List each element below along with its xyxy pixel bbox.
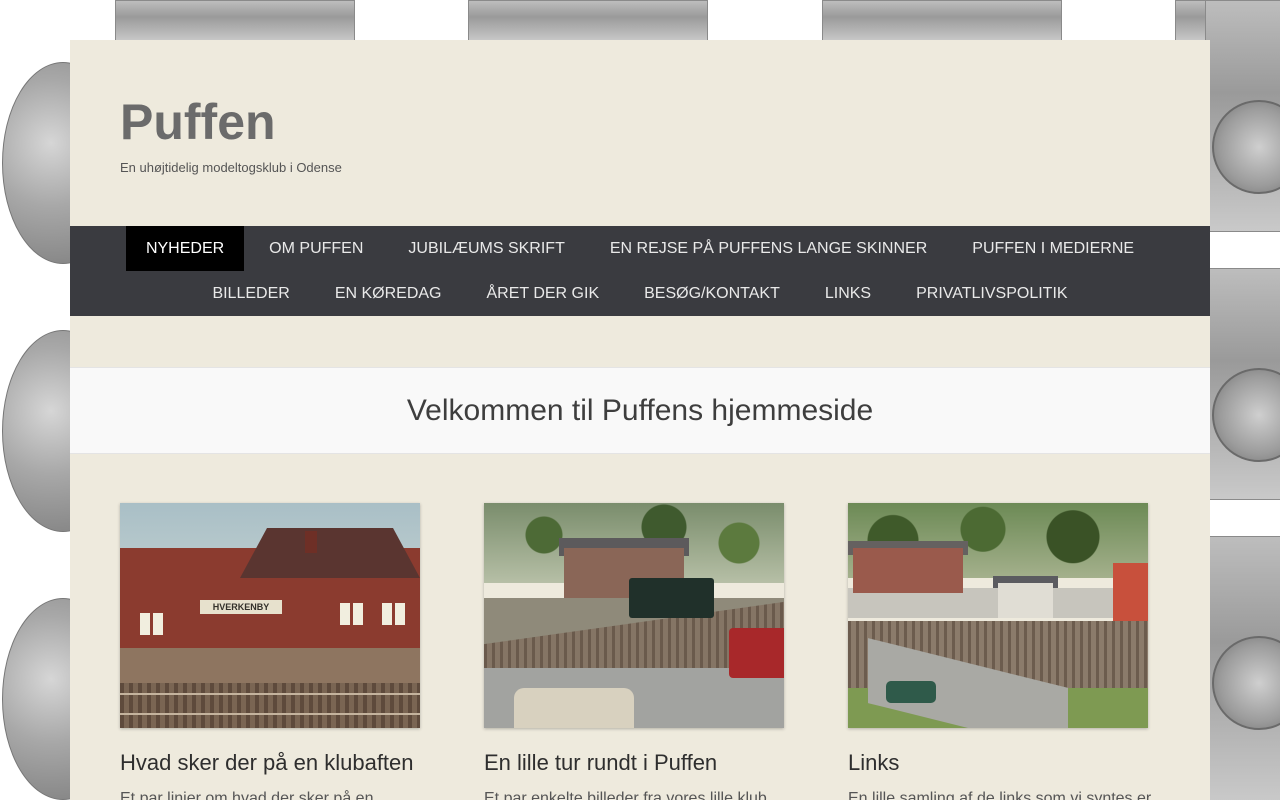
card-image-train[interactable]	[484, 503, 784, 728]
station-sign: HVERKENBY	[200, 600, 282, 614]
main-navigation: NYHEDER OM PUFFEN JUBILÆUMS SKRIFT EN RE…	[70, 226, 1210, 316]
welcome-section: Velkommen til Puffens hjemmeside	[70, 367, 1210, 454]
card-excerpt: En lille samling af de links som vi synt…	[848, 790, 1152, 800]
card-excerpt: Et par enkelte billeder fra vores lille …	[484, 790, 767, 800]
nav-item-om-puffen[interactable]: OM PUFFEN	[249, 226, 383, 271]
card-title[interactable]: Hvad sker der på en klubaften	[120, 750, 420, 776]
nav-item-en-rejse[interactable]: EN REJSE PÅ PUFFENS LANGE SKINNER	[590, 226, 947, 271]
card-title[interactable]: Links	[848, 750, 1148, 776]
nav-item-nyheder[interactable]: NYHEDER	[125, 226, 245, 271]
card-title[interactable]: En lille tur rundt i Puffen	[484, 750, 784, 776]
nav-row-1: NYHEDER OM PUFFEN JUBILÆUMS SKRIFT EN RE…	[70, 226, 1210, 271]
nav-item-besoeg-kontakt[interactable]: BESØG/KONTAKT	[624, 271, 800, 316]
nav-item-links[interactable]: LINKS	[805, 271, 891, 316]
nav-row-2: BILLEDER EN KØREDAG ÅRET DER GIK BESØG/K…	[70, 271, 1210, 316]
card-links: Links En lille samling af de links som v…	[848, 503, 1152, 800]
nav-item-puffen-i-medierne[interactable]: PUFFEN I MEDIERNE	[952, 226, 1154, 271]
card-excerpt: Et par linier om hvad der sker på en	[120, 790, 374, 800]
site-title[interactable]: Puffen	[120, 95, 342, 150]
card-tur-rundt: En lille tur rundt i Puffen Et par enkel…	[484, 503, 784, 800]
page-container: Puffen En uhøjtidelig modeltogsklub i Od…	[70, 40, 1210, 800]
nav-item-billeder[interactable]: BILLEDER	[192, 271, 309, 316]
nav-item-aaret-der-gik[interactable]: ÅRET DER GIK	[467, 271, 620, 316]
card-image-overview[interactable]	[848, 503, 1148, 728]
site-header: Puffen En uhøjtidelig modeltogsklub i Od…	[120, 95, 342, 176]
card-klubaften: HVERKENBY Hvad sker der på en klubaften …	[120, 503, 420, 800]
welcome-title: Velkommen til Puffens hjemmeside	[406, 393, 874, 427]
site-tagline: En uhøjtidelig modeltogsklub i Odense	[120, 160, 342, 175]
nav-item-privatlivspolitik[interactable]: PRIVATLIVSPOLITIK	[896, 271, 1087, 316]
nav-item-en-koeredag[interactable]: EN KØREDAG	[315, 271, 462, 316]
card-image-station[interactable]: HVERKENBY	[120, 503, 420, 728]
nav-item-jubilaeums-skrift[interactable]: JUBILÆUMS SKRIFT	[388, 226, 584, 271]
